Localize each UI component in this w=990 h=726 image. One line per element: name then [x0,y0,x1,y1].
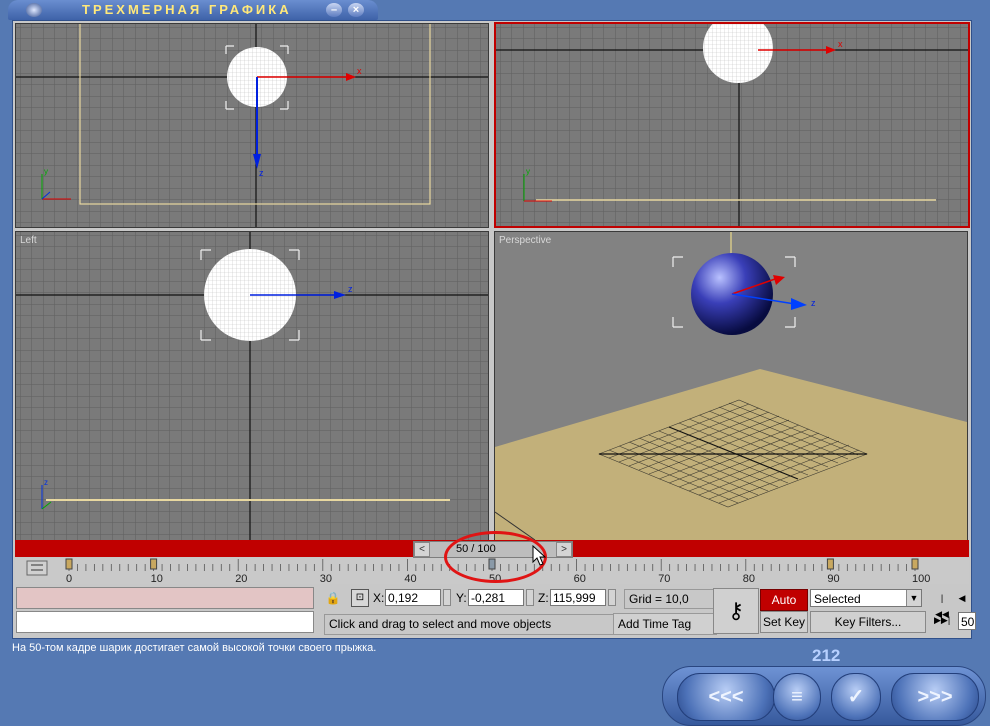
back-button[interactable]: <<< [677,673,775,721]
minimize-button[interactable]: – [326,3,342,17]
title-bar: ТРЕХМЕРНАЯ ГРАФИКА – × [8,0,378,20]
axis-y-label: y [44,167,48,176]
z-spinner[interactable] [608,589,616,606]
maxscript-listener-line[interactable] [16,587,314,609]
keyframe-marker[interactable] [911,558,919,570]
timeline-tick-label: 80 [743,573,755,584]
timeline-tick-label: 60 [574,573,586,584]
x-coordinate-field[interactable]: 0,192 [385,589,441,606]
previous-frame-icon[interactable]: ◀ [954,590,970,606]
key-mode-value: Selected [814,592,861,606]
set-key-icon[interactable]: ⚷ [713,588,759,634]
current-frame-field[interactable]: 50 [958,612,976,630]
forward-button[interactable]: >>> [891,673,979,721]
axis-x-label: x [357,66,362,76]
chevron-down-icon[interactable]: ▼ [906,590,921,606]
close-button[interactable]: × [348,3,364,17]
absolute-mode-icon[interactable]: ⊡ [351,589,369,607]
viewport-label-perspective: Perspective [499,235,552,246]
selection-lock-icon[interactable]: 🔒 [325,588,341,608]
window-title: ТРЕХМЕРНАЯ ГРАФИКА [82,2,292,17]
lesson-caption: На 50-том кадре шарик достигает самой вы… [12,642,377,654]
axis-x-label: x [838,39,843,49]
timeline-tick-label: 20 [235,573,247,584]
viewport-front[interactable]: x y [494,22,970,228]
y-spinner[interactable] [526,589,534,606]
prompt-line: Click and drag to select and move object… [324,614,615,635]
next-frame-button[interactable]: > [556,542,572,557]
keyframe-marker[interactable] [150,558,158,570]
timeline-tick-label: 100 [912,573,930,584]
mouse-cursor-icon [532,545,546,566]
viewport-left[interactable]: z z Left [15,231,489,541]
prev-frame-button[interactable]: < [414,542,430,557]
mini-curve-editor-icon[interactable] [26,560,48,576]
timeline-tick-label: 70 [658,573,670,584]
viewport-perspective-canvas: z [495,232,967,540]
viewport-top-canvas: x z y [16,24,488,227]
key-mode-toggle-icon[interactable]: ▶▶| [934,612,950,628]
viewport-top[interactable]: x z y [15,23,489,228]
page-number: 212 [812,646,841,665]
viewport-left-canvas: z z [16,232,488,540]
go-to-start-icon[interactable]: |◀◀ [934,590,950,619]
timeline-tick-label: 40 [404,573,416,584]
z-coordinate-field[interactable]: 115,999 [550,589,606,606]
lesson-window: ТРЕХМЕРНАЯ ГРАФИКА – × x z y x y z z Lef… [0,0,990,726]
axis-y-label: y [526,167,530,176]
timeline-tick-label: 90 [827,573,839,584]
viewport-perspective[interactable]: z Perspective [494,231,968,541]
app-icon [26,3,42,17]
key-filters-button[interactable]: Key Filters... [810,611,926,633]
timeline-tick-label: 30 [320,573,332,584]
key-mode-select[interactable]: Selected ▼ [810,589,922,607]
viewport-label-left: Left [20,235,37,246]
timeline-tick-label: 0 [66,573,72,584]
y-coordinate-field[interactable]: -0,281 [468,589,524,606]
keyframe-marker[interactable] [826,558,834,570]
add-time-tag-button[interactable]: Add Time Tag [613,613,717,635]
lesson-navigation: <<< ≡ ✓ >>> [662,666,986,726]
axis-z-label: z [348,284,353,294]
menu-button[interactable]: ≡ [773,673,821,721]
auto-key-button[interactable]: Auto Key [760,589,808,627]
maxscript-output-line[interactable] [16,611,314,633]
keyframe-marker[interactable] [65,558,73,570]
x-spinner[interactable] [443,589,451,606]
axis-z-label: z [811,298,816,308]
check-button[interactable]: ✓ [831,673,881,721]
viewport-front-canvas: x y [496,24,968,226]
grid-size-readout: Grid = 10,0 [624,589,718,609]
y-coordinate-label: Y: [456,591,467,605]
x-coordinate-label: X: [373,591,385,605]
axis-z-label: z [259,168,264,178]
set-key-button[interactable]: Set Key [760,611,808,633]
axis-z-label: z [44,478,48,487]
z-coordinate-label: Z: [538,591,549,605]
timeline-tick-label: 10 [151,573,163,584]
